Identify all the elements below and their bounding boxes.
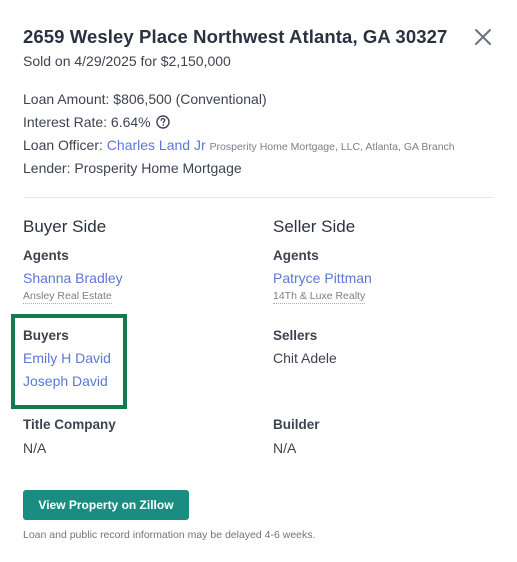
sold-info: Sold on 4/29/2025 for $2,150,000 [23,53,231,69]
buyer-side-title: Buyer Side [23,217,107,236]
transaction-details-modal: 2659 Wesley Place Northwest Atlanta, GA … [0,0,517,562]
loan-officer-link[interactable]: Charles Land Jr [107,137,206,153]
buyer-name-link[interactable]: Emily H David [23,350,111,366]
lender: Lender: Prosperity Home Mortgage [23,160,242,176]
interest-rate-row: Interest Rate: 6.64% [23,114,170,130]
help-circle-icon[interactable] [155,115,170,129]
view-on-zillow-button[interactable]: View Property on Zillow [23,490,189,520]
buyer-agent-brokerage: Ansley Real Estate [23,290,112,304]
buyers-label: Buyers [23,328,69,343]
loan-officer-label: Loan Officer: [23,137,103,153]
property-address: 2659 Wesley Place Northwest Atlanta, GA … [23,26,448,47]
buyer-name-link[interactable]: Joseph David [23,373,108,389]
section-divider [23,197,494,198]
buyer-agents-label: Agents [23,248,69,263]
close-icon [475,29,491,45]
sellers-label: Sellers [273,328,318,343]
seller-agent-brokerage: 14Th & Luxe Realty [273,290,366,304]
title-company-value: N/A [23,440,47,456]
loan-officer-row: Loan Officer: Charles Land Jr Prosperity… [23,137,455,153]
builder-label: Builder [273,417,320,432]
seller-side-title: Seller Side [273,217,356,236]
interest-rate: Interest Rate: 6.64% [23,114,151,130]
loan-amount: Loan Amount: $806,500 (Conventional) [23,91,267,107]
disclaimer-footnote: Loan and public record information may b… [23,529,316,541]
seller-agent-link[interactable]: Patryce Pittman [273,270,372,286]
buyer-agent-link[interactable]: Shanna Bradley [23,270,123,286]
seller-name: Chit Adele [273,350,337,366]
close-button[interactable] [472,26,494,48]
title-company-label: Title Company [23,417,116,432]
seller-agents-label: Agents [273,248,319,263]
loan-officer-org: Prosperity Home Mortgage, LLC, Atlanta, … [209,141,455,153]
builder-value: N/A [273,440,297,456]
